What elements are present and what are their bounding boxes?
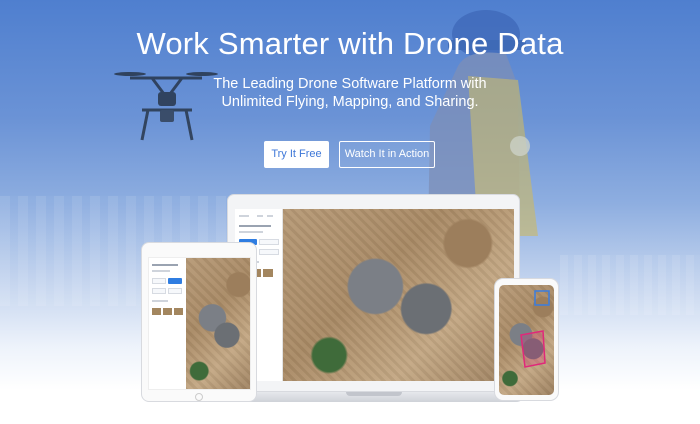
- watch-it-in-action-button[interactable]: Watch It in Action: [339, 141, 435, 168]
- tablet-device: [141, 242, 257, 402]
- tablet-screen: [148, 257, 251, 390]
- laptop-device: [227, 194, 520, 392]
- aerial-map-view[interactable]: [283, 209, 514, 381]
- aerial-map-view[interactable]: [186, 258, 250, 389]
- home-button: [195, 393, 203, 401]
- aerial-map-view[interactable]: [499, 285, 554, 395]
- laptop-screen: [235, 209, 514, 381]
- page-subtitle: The Leading Drone Software Platform with…: [0, 75, 700, 111]
- subtitle-line-1: The Leading Drone Software Platform with: [213, 76, 487, 92]
- phone-device: [494, 278, 559, 401]
- page-title: Work Smarter with Drone Data: [136, 26, 564, 61]
- try-it-free-button[interactable]: Try It Free: [264, 141, 329, 168]
- subtitle-line-2: Unlimited Flying, Mapping, and Sharing.: [221, 94, 479, 110]
- background-building: [560, 255, 700, 315]
- annotation-overlay: [520, 290, 550, 368]
- hero-section: Work Smarter with Drone Data The Leading…: [0, 0, 700, 424]
- map-sidebar-panel: [149, 258, 186, 389]
- laptop-notch: [346, 392, 402, 396]
